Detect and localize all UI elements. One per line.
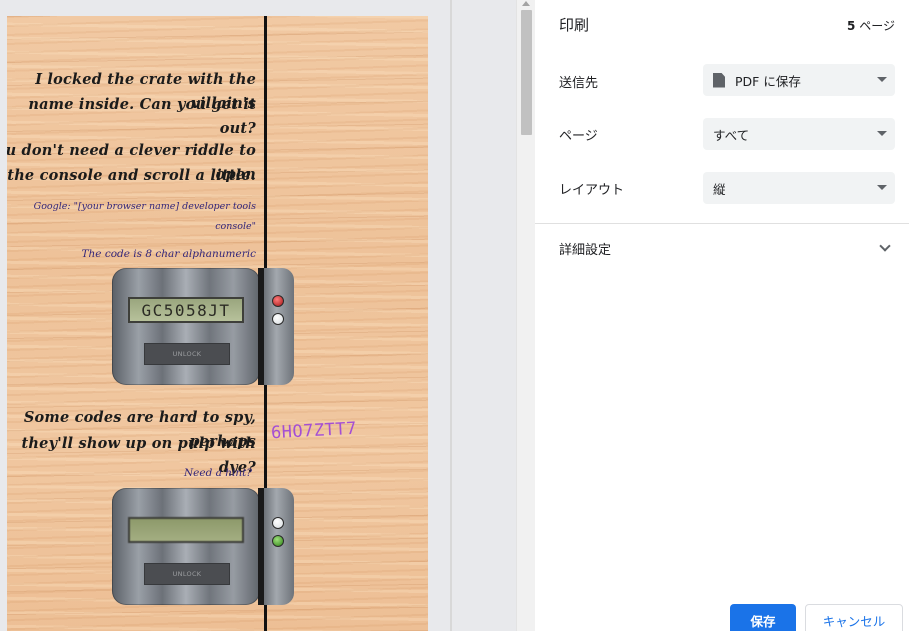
preview-page: I locked the crate with the villain's na… — [7, 16, 428, 631]
document-icon — [713, 72, 725, 88]
preview-scrollbar[interactable] — [516, 0, 535, 631]
lock-panel-1: GC5058JT UNLOCK — [112, 268, 294, 385]
lock-code-display[interactable]: GC5058JT — [128, 297, 244, 323]
scrollbar-thumb[interactable] — [521, 10, 532, 135]
chevron-down-icon[interactable] — [879, 240, 891, 252]
puzzle2-hint-link[interactable]: Need a hint? — [102, 465, 252, 481]
more-settings-toggle[interactable]: 詳細設定 — [559, 239, 611, 258]
unlock-button[interactable]: UNLOCK — [144, 563, 230, 585]
dropdown-caret-icon — [877, 77, 887, 82]
destination-label: 送信先 — [559, 76, 599, 91]
pages-label: ページ — [559, 129, 598, 144]
save-button[interactable]: 保存 — [730, 604, 796, 631]
status-led-white — [272, 313, 284, 325]
layout-value: 縦 — [713, 181, 726, 197]
dye-stamp-code: 6HO7ZTT7 — [270, 418, 358, 444]
puzzle1-hint-google: Google: "[your browser name] developer t… — [33, 201, 256, 212]
cancel-button[interactable]: キャンセル — [805, 604, 903, 631]
status-led-red — [272, 295, 284, 307]
layout-label: レイアウト — [559, 183, 625, 198]
puzzle1-line2: name inside. Can you get it out? — [28, 96, 256, 137]
page-count-suffix: ページ — [859, 19, 895, 33]
print-dialog: I locked the crate with the villain's na… — [0, 0, 909, 631]
preview-divider — [450, 0, 452, 631]
lock-panel-2: UNLOCK — [112, 488, 294, 605]
puzzle1-hint-console: console" — [215, 221, 256, 232]
lock-body — [112, 488, 260, 605]
page-count: 5 ページ — [847, 17, 895, 34]
pages-select[interactable]: すべて — [703, 118, 895, 150]
dialog-title: 印刷 — [559, 16, 590, 34]
puzzle1-line4: the console and scroll a little. — [7, 167, 256, 184]
lock-hinge — [258, 268, 264, 385]
print-settings-panel: 印刷 5 ページ 送信先 PDF に保存 ページ すべて レイアウト 縦 詳細設… — [535, 0, 909, 631]
unlock-button[interactable]: UNLOCK — [144, 343, 230, 365]
print-preview-pane: I locked the crate with the villain's na… — [0, 0, 516, 631]
scroll-up-arrow-icon[interactable] — [522, 1, 530, 6]
puzzle1-hint-code-length: The code is 8 char alphanumeric — [81, 248, 256, 260]
pages-value: すべて — [713, 127, 750, 143]
status-led-green — [272, 535, 284, 547]
lock-code-display[interactable] — [128, 517, 244, 543]
dropdown-caret-icon — [877, 131, 887, 136]
layout-select[interactable]: 縦 — [703, 172, 895, 204]
lock-side-plate — [262, 268, 294, 385]
destination-value: PDF に保存 — [735, 73, 801, 89]
status-led-white — [272, 517, 284, 529]
lock-body — [112, 268, 260, 385]
section-divider — [535, 223, 909, 224]
page-count-number: 5 — [847, 19, 856, 33]
destination-select[interactable]: PDF に保存 — [703, 64, 895, 96]
dropdown-caret-icon — [877, 185, 887, 190]
lock-hinge — [258, 488, 264, 605]
